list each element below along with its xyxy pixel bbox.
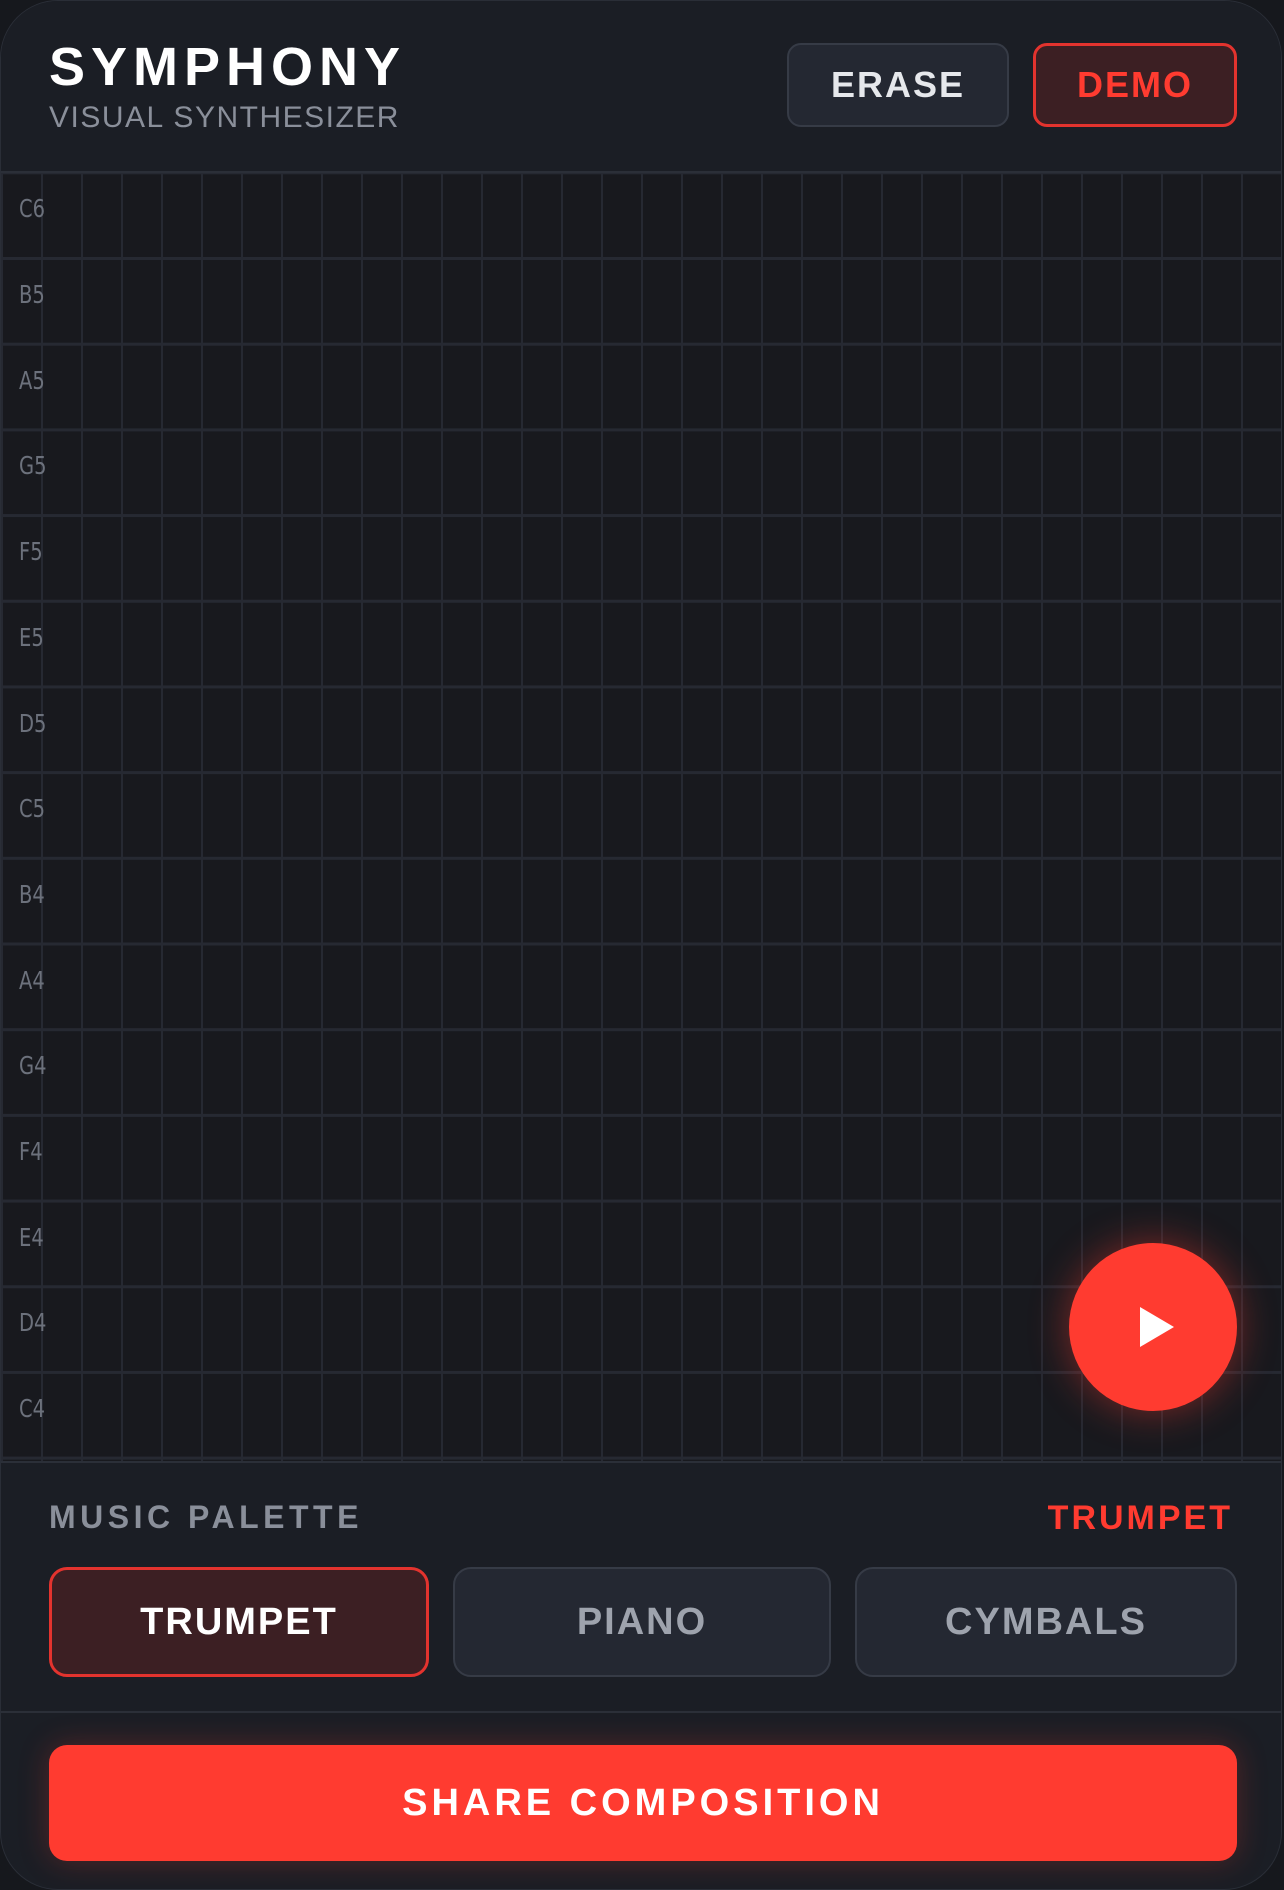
palette-title: MUSIC PALETTE [49, 1499, 363, 1535]
instrument-trumpet-button[interactable]: TRUMPET [49, 1567, 429, 1677]
note-grid[interactable]: C6 B5 A5 G5 F5 E5 D5 C5 B4 A4 G4 F4 E4 D… [1, 173, 1281, 1461]
selected-instrument-label: TRUMPET [1047, 1499, 1233, 1537]
note-label: C6 [19, 194, 46, 223]
instrument-cymbals-button[interactable]: CYMBALS [855, 1567, 1237, 1677]
app-subtitle: VISUAL SYNTHESIZER [49, 101, 400, 134]
note-label: B5 [19, 280, 45, 309]
header: SYMPHONY VISUAL SYNTHESIZER ERASE DEMO [1, 1, 1281, 173]
play-icon [1140, 1307, 1174, 1347]
synth-app: SYMPHONY VISUAL SYNTHESIZER ERASE DEMO C… [0, 0, 1282, 1890]
note-label: A5 [19, 366, 45, 395]
note-labels: C6 B5 A5 G5 F5 E5 D5 C5 B4 A4 G4 F4 E4 D… [1, 173, 61, 1461]
note-label: G5 [19, 451, 47, 480]
music-palette: MUSIC PALETTE TRUMPET TRUMPET PIANO CYMB… [1, 1461, 1281, 1713]
note-label: D5 [19, 709, 47, 738]
note-label: E5 [19, 623, 44, 652]
note-label: G4 [19, 1051, 47, 1080]
play-button[interactable] [1069, 1243, 1237, 1411]
demo-button[interactable]: DEMO [1033, 43, 1237, 127]
app-title: SYMPHONY [49, 37, 407, 97]
note-label: A4 [19, 966, 45, 995]
note-label: F4 [19, 1137, 43, 1166]
note-label: F5 [19, 537, 43, 566]
note-label: E4 [19, 1223, 44, 1252]
note-label: C4 [19, 1394, 46, 1423]
share-composition-button[interactable]: SHARE COMPOSITION [49, 1745, 1237, 1861]
note-label: B4 [19, 880, 45, 909]
instrument-piano-button[interactable]: PIANO [453, 1567, 831, 1677]
note-label: C5 [19, 794, 46, 823]
note-label: D4 [19, 1308, 47, 1337]
erase-button[interactable]: ERASE [787, 43, 1009, 127]
